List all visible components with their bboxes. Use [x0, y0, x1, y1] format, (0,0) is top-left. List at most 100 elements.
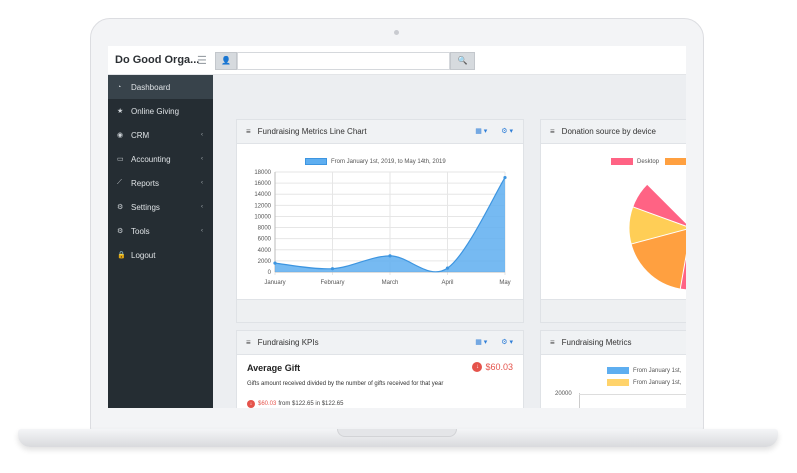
x-tick-label: May — [499, 280, 510, 286]
arrow-down-icon: ↓ — [472, 362, 483, 372]
gear-icon[interactable]: ⚙ ▾ — [501, 128, 513, 135]
grid-icon[interactable]: ▦ ▾ — [475, 339, 487, 346]
sidebar-item-tools[interactable]: ⚙ Tools ‹ — [108, 219, 213, 243]
legend-swatch — [611, 158, 633, 165]
webcam-dot — [394, 30, 399, 35]
kpi-value: ↓ $60.03 — [472, 362, 513, 372]
cogs-icon: ⚙ — [117, 204, 124, 211]
data-point — [330, 267, 335, 271]
sidebar-item-dashboard[interactable]: ◔ Dashboard — [108, 75, 213, 99]
dashboard-icon: ◔ — [117, 83, 122, 91]
pie-chart — [628, 183, 686, 291]
panel-footer — [541, 299, 686, 322]
panel-title: Donation source by device — [561, 127, 656, 136]
sidebar-item-reports[interactable]: ⟋ Reports ‹ — [108, 171, 213, 195]
legend-label: From January 1st, 2019, to May 14th, 201… — [331, 158, 446, 165]
y-tick-label: 4000 — [258, 248, 272, 254]
fundraising-metrics-panel: ≡ Fundraising Metrics From January 1st, … — [540, 330, 686, 408]
data-point — [503, 175, 507, 180]
user-circle-icon: ◉ — [117, 132, 124, 139]
line-chart-icon: ⟋ — [117, 179, 122, 186]
grid-line — [579, 394, 686, 395]
y-axis-line — [579, 393, 580, 408]
chevron-left-icon: ‹ — [201, 156, 203, 162]
x-tick-label: March — [382, 280, 399, 286]
grid-icon[interactable]: ▦ ▾ — [475, 128, 487, 135]
legend-swatch — [665, 158, 686, 165]
y-tick-label: 14000 — [254, 192, 271, 198]
chevron-left-icon: ‹ — [201, 228, 203, 234]
data-point — [388, 254, 392, 258]
chart-legend[interactable]: From January 1st, — [607, 379, 681, 386]
y-tick-label: 18000 — [254, 170, 271, 176]
sidebar-item-accounting[interactable]: ▭ Accounting ‹ — [108, 147, 213, 171]
x-tick-label: February — [320, 280, 344, 286]
gear-icon[interactable]: ⚙ ▾ — [501, 339, 513, 346]
kpi-change-value: $60.03 — [258, 401, 277, 407]
legend-label: From January 1st, — [633, 367, 682, 374]
menu-icon: ≡ — [550, 338, 555, 347]
kpi-change: ↓ $60.03 from $122.65 in $122.65 — [247, 400, 343, 408]
x-tick-label: April — [441, 280, 453, 286]
sidebar-item-label: Logout — [131, 250, 156, 260]
y-tick-label: 10000 — [254, 214, 271, 220]
kpi-description: Gifts amount received divided by the num… — [247, 381, 444, 387]
panel-header: ≡ Donation source by device — [541, 120, 686, 144]
chevron-left-icon: ‹ — [201, 180, 203, 186]
hamburger-icon[interactable]: ☰ — [197, 54, 207, 67]
legend-label: Desktop — [637, 158, 660, 165]
y-axis-tick: 20000 — [555, 391, 572, 397]
panel-tools: ▦ ▾ ⚙ ▾ — [463, 127, 513, 135]
panel-tools: ▦ ▾ ⚙ ▾ — [463, 338, 513, 346]
chart-legend[interactable]: Desktop — [611, 158, 686, 165]
credit-card-icon: ▭ — [117, 156, 124, 163]
app-screen: Do Good Orga... ☰ 👤 🔍 ◔ Dashboard ★ Onli… — [108, 46, 686, 408]
menu-icon: ≡ — [550, 127, 555, 136]
sidebar-item-logout[interactable]: 🔒 Logout — [108, 243, 213, 267]
arrow-down-icon: ↓ — [247, 400, 255, 408]
brand-name[interactable]: Do Good Orga... — [115, 54, 199, 66]
chevron-left-icon: ‹ — [201, 132, 203, 138]
chevron-left-icon: ‹ — [201, 204, 203, 210]
panel-title: Fundraising KPIs — [257, 338, 319, 347]
sidebar-item-label: Online Giving — [131, 106, 180, 116]
top-bar: Do Good Orga... ☰ 👤 🔍 — [108, 46, 686, 75]
sidebar: ◔ Dashboard ★ Online Giving ◉ CRM ‹ ▭ Ac… — [108, 75, 213, 408]
panel-header: ≡ Fundraising Metrics — [541, 331, 686, 355]
panel-title: Fundraising Metrics Line Chart — [257, 127, 367, 136]
sidebar-item-label: Dashboard — [131, 82, 171, 92]
sidebar-item-settings[interactable]: ⚙ Settings ‹ — [108, 195, 213, 219]
x-tick-label: January — [264, 280, 285, 286]
data-point — [273, 261, 277, 265]
chart-legend[interactable]: From January 1st, 2019, to May 14th, 201… — [305, 158, 446, 165]
y-tick-label: 0 — [268, 270, 272, 276]
kpi-value-text: $60.03 — [485, 362, 513, 372]
y-tick-label: 16000 — [254, 181, 271, 187]
panel-header: ≡ Fundraising KPIs ▦ ▾ ⚙ ▾ — [237, 331, 523, 355]
legend-swatch — [607, 367, 629, 374]
star-icon: ★ — [117, 108, 124, 115]
search-input[interactable] — [237, 52, 450, 70]
sidebar-item-crm[interactable]: ◉ CRM ‹ — [108, 123, 213, 147]
menu-icon: ≡ — [246, 338, 251, 347]
tools-icon: ⚙ — [117, 228, 124, 235]
kpi-change-text: from $122.65 in $122.65 — [278, 401, 344, 407]
laptop-notch — [337, 429, 457, 437]
data-point — [445, 266, 450, 270]
lock-icon: 🔒 — [117, 252, 126, 259]
y-tick-label: 12000 — [254, 203, 271, 209]
y-tick-label: 6000 — [258, 237, 272, 243]
sidebar-item-online-giving[interactable]: ★ Online Giving — [108, 99, 213, 123]
legend-swatch — [305, 158, 327, 165]
legend-swatch — [607, 379, 629, 386]
search-icon[interactable]: 🔍 — [450, 52, 475, 70]
donation-source-panel: ≡ Donation source by device Desktop — [540, 119, 686, 323]
panel-header: ≡ Fundraising Metrics Line Chart ▦ ▾ ⚙ ▾ — [237, 120, 523, 144]
panel-footer — [237, 299, 523, 322]
kpis-panel: ≡ Fundraising KPIs ▦ ▾ ⚙ ▾ Average Gift … — [236, 330, 524, 408]
panel-title: Fundraising Metrics — [561, 338, 632, 347]
chart-legend[interactable]: From January 1st, — [607, 367, 681, 374]
menu-icon: ≡ — [246, 127, 251, 136]
legend-label: From January 1st, — [633, 379, 682, 386]
user-icon[interactable]: 👤 — [215, 52, 237, 70]
